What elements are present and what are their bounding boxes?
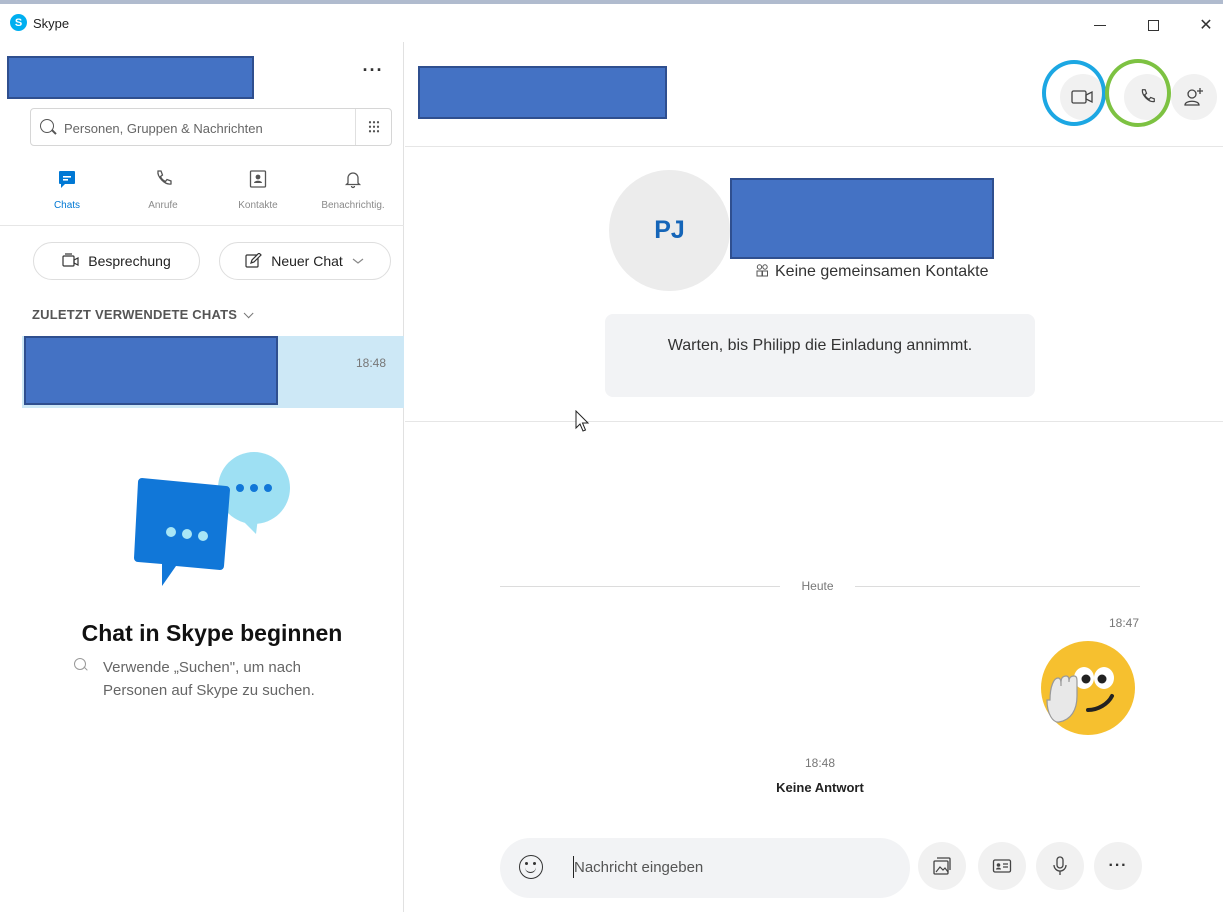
- message-composer[interactable]: [500, 838, 910, 898]
- close-icon: ✕: [1199, 17, 1213, 34]
- search-input[interactable]: [64, 117, 344, 139]
- meeting-label: Besprechung: [88, 253, 171, 269]
- empty-state-title: Chat in Skype beginnen: [81, 620, 343, 646]
- phone-icon: [157, 170, 172, 185]
- profile-redacted[interactable]: [7, 56, 254, 99]
- title-bar-edge: [0, 0, 1223, 4]
- invite-notice: Warten, bis Philipp die Einladung annimm…: [605, 314, 1035, 397]
- meeting-button[interactable]: Besprechung: [33, 242, 200, 280]
- contact-avatar[interactable]: PJ: [609, 170, 730, 291]
- message-time: 18:47: [1108, 616, 1139, 630]
- dialpad-button[interactable]: [355, 109, 392, 145]
- mouse-pointer-icon: [575, 410, 590, 432]
- title-bar: S Skype ✕: [0, 0, 1223, 42]
- people-icon: [756, 264, 768, 277]
- contact-name-redacted: [730, 178, 994, 259]
- add-people-button[interactable]: [1171, 74, 1217, 120]
- chevron-down-icon[interactable]: [351, 256, 365, 266]
- chat-bubbles-illustration-icon: [134, 452, 290, 586]
- maximize-icon: [1147, 19, 1159, 31]
- day-separator-line: [500, 586, 780, 587]
- nav-tabs: Chats Anrufe Kontakte Benachrichtig.: [0, 164, 404, 220]
- more-options-button[interactable]: ···: [358, 60, 388, 80]
- compose-icon: [245, 253, 263, 268]
- search-icon: [40, 119, 54, 133]
- close-button[interactable]: ✕: [1186, 12, 1223, 38]
- skype-logo-icon: S: [10, 14, 27, 31]
- emoji-picker-icon[interactable]: [519, 855, 543, 879]
- tab-label: Kontakte: [238, 200, 278, 211]
- minimize-button[interactable]: [1080, 12, 1120, 38]
- window-title: Skype: [33, 16, 70, 31]
- search-box[interactable]: [30, 108, 392, 146]
- avatar-initials: PJ: [654, 216, 685, 244]
- conversation-title-redacted[interactable]: [418, 66, 667, 119]
- recent-chats-header[interactable]: ZULETZT VERWENDETE CHATS: [32, 307, 254, 322]
- tab-label: Anrufe: [148, 200, 178, 211]
- tab-chats[interactable]: Chats: [17, 164, 117, 220]
- empty-state-hint-text: Verwende „Suchen", um nach Personen auf …: [103, 659, 315, 699]
- tab-label: Benachrichtig.: [321, 200, 385, 211]
- tab-contacts[interactable]: Kontakte: [208, 164, 308, 220]
- search-icon: [74, 658, 86, 670]
- chat-icon: [59, 171, 75, 188]
- mutual-contacts-text: Keine gemeinsamen Kontakte: [775, 263, 989, 280]
- chat-time: 18:48: [355, 356, 386, 370]
- recent-chats-label: ZULETZT VERWENDETE CHATS: [32, 307, 238, 322]
- tab-notifications[interactable]: Benachrichtig.: [303, 164, 403, 220]
- tab-calls[interactable]: Anrufe: [113, 164, 213, 220]
- day-separator: Heute: [500, 579, 1140, 593]
- chat-name-redacted: [24, 336, 278, 405]
- empty-state-hint: Verwende „Suchen", um nach Personen auf …: [72, 656, 362, 702]
- contact-card-icon: [992, 859, 1012, 873]
- new-chat-label: Neuer Chat: [271, 253, 343, 269]
- maximize-button[interactable]: [1133, 12, 1173, 38]
- video-call-highlight: [1042, 60, 1106, 126]
- new-chat-button[interactable]: Neuer Chat: [219, 242, 391, 280]
- day-separator-line: [855, 586, 1140, 587]
- divider: [0, 225, 404, 226]
- bell-icon: [344, 172, 362, 189]
- meeting-icon: [62, 253, 79, 267]
- divider: [405, 421, 1223, 422]
- image-icon: [933, 857, 951, 875]
- dialpad-icon: [368, 120, 380, 134]
- waving-emoji-icon[interactable]: [1040, 640, 1136, 736]
- more-tools-button[interactable]: ···: [1094, 842, 1142, 890]
- tab-label: Chats: [53, 200, 81, 211]
- minimize-icon: [1094, 24, 1106, 26]
- audio-call-highlight: [1105, 59, 1171, 127]
- conversation-pane: PJ Keine gemeinsamen Kontakte Warten, bi…: [405, 42, 1223, 912]
- send-media-button[interactable]: [918, 842, 966, 890]
- microphone-icon: [1053, 856, 1067, 875]
- day-label: Heute: [801, 579, 834, 593]
- voice-message-button[interactable]: [1036, 842, 1084, 890]
- chat-list-item[interactable]: 18:48: [22, 336, 404, 408]
- missed-call-status: Keine Antwort: [776, 780, 864, 795]
- add-person-icon: [1184, 88, 1203, 106]
- mutual-contacts: Keine gemeinsamen Kontakte: [755, 263, 988, 281]
- invite-notice-text: Warten, bis Philipp die Einladung annimm…: [667, 337, 973, 354]
- missed-call-time: 18:48: [804, 756, 836, 770]
- send-contact-button[interactable]: [978, 842, 1026, 890]
- chevron-down-icon: [243, 308, 254, 319]
- contacts-icon: [249, 170, 267, 188]
- divider: [405, 146, 1223, 147]
- sidebar: ··· Chats Anrufe Kontakte: [0, 42, 404, 912]
- message-input[interactable]: [574, 856, 894, 878]
